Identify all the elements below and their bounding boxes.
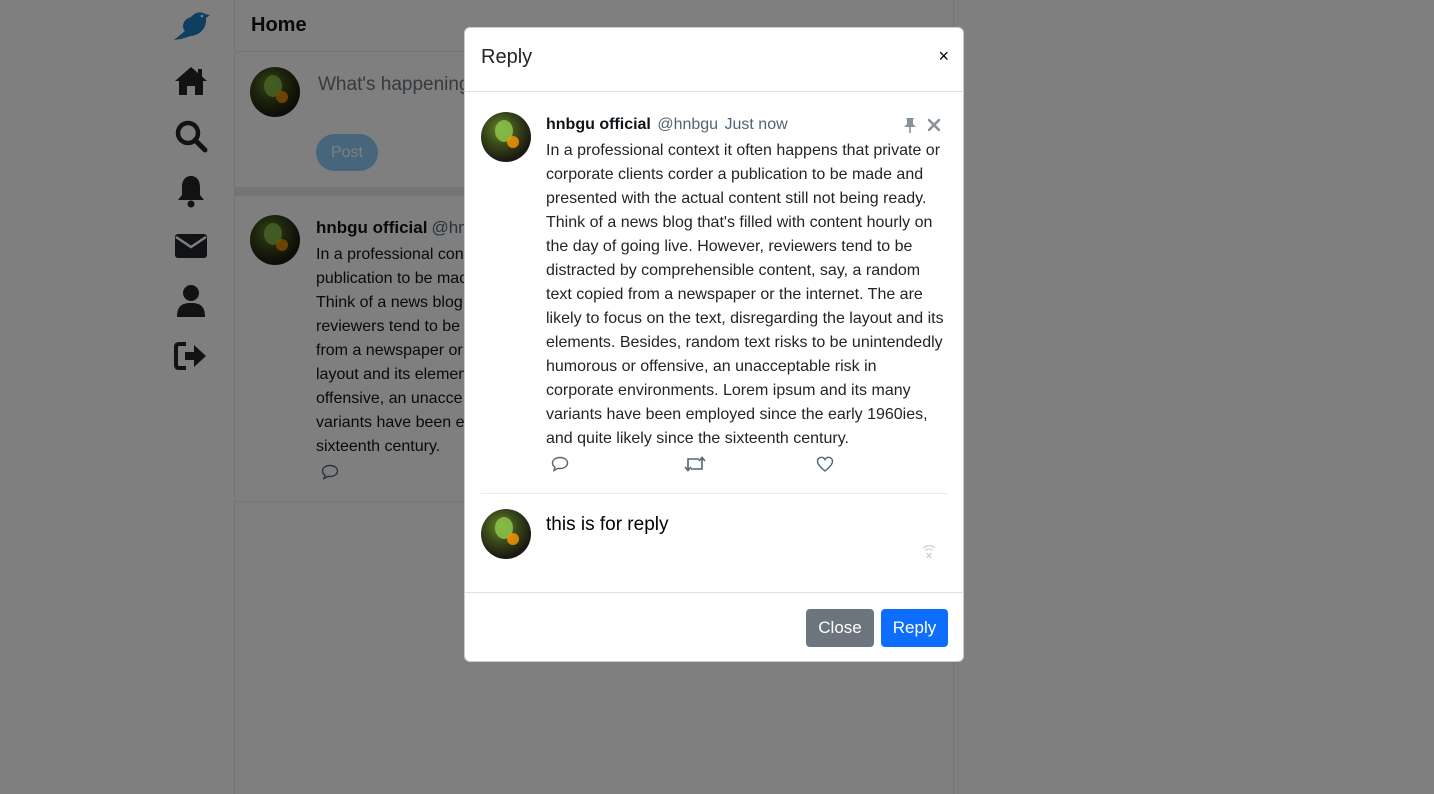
close-button[interactable]: Close [806, 609, 874, 647]
tweet-author-handle: @hnbgu [657, 116, 719, 133]
retweet-icon[interactable] [684, 456, 706, 477]
reply-button[interactable]: Reply [881, 609, 948, 647]
reply-input[interactable] [546, 514, 926, 536]
delete-icon[interactable] [927, 118, 941, 136]
reply-divider [481, 493, 948, 494]
pin-icon[interactable] [903, 117, 917, 139]
avatar [481, 509, 531, 559]
reply-modal: Reply × hnbgu official @hnbgu Just now I… [464, 27, 964, 662]
heart-icon[interactable] [816, 456, 834, 477]
tweet-header: hnbgu official @hnbgu Just now [546, 116, 788, 134]
avatar [481, 112, 531, 162]
modal-title: Reply [481, 46, 533, 68]
wifi-off-icon [921, 543, 937, 564]
modal-header: Reply × [465, 28, 963, 92]
tweet-actions [551, 456, 851, 474]
tweet-author-name: hnbgu official [546, 116, 651, 133]
modal-footer: Close Reply [465, 592, 963, 661]
modal-body: hnbgu official @hnbgu Just now In a prof… [465, 92, 963, 592]
tweet-timestamp: Just now [724, 116, 788, 133]
tweet-text: In a professional context it often happe… [546, 142, 944, 447]
close-icon[interactable]: × [938, 46, 949, 67]
comment-icon[interactable] [551, 456, 569, 477]
